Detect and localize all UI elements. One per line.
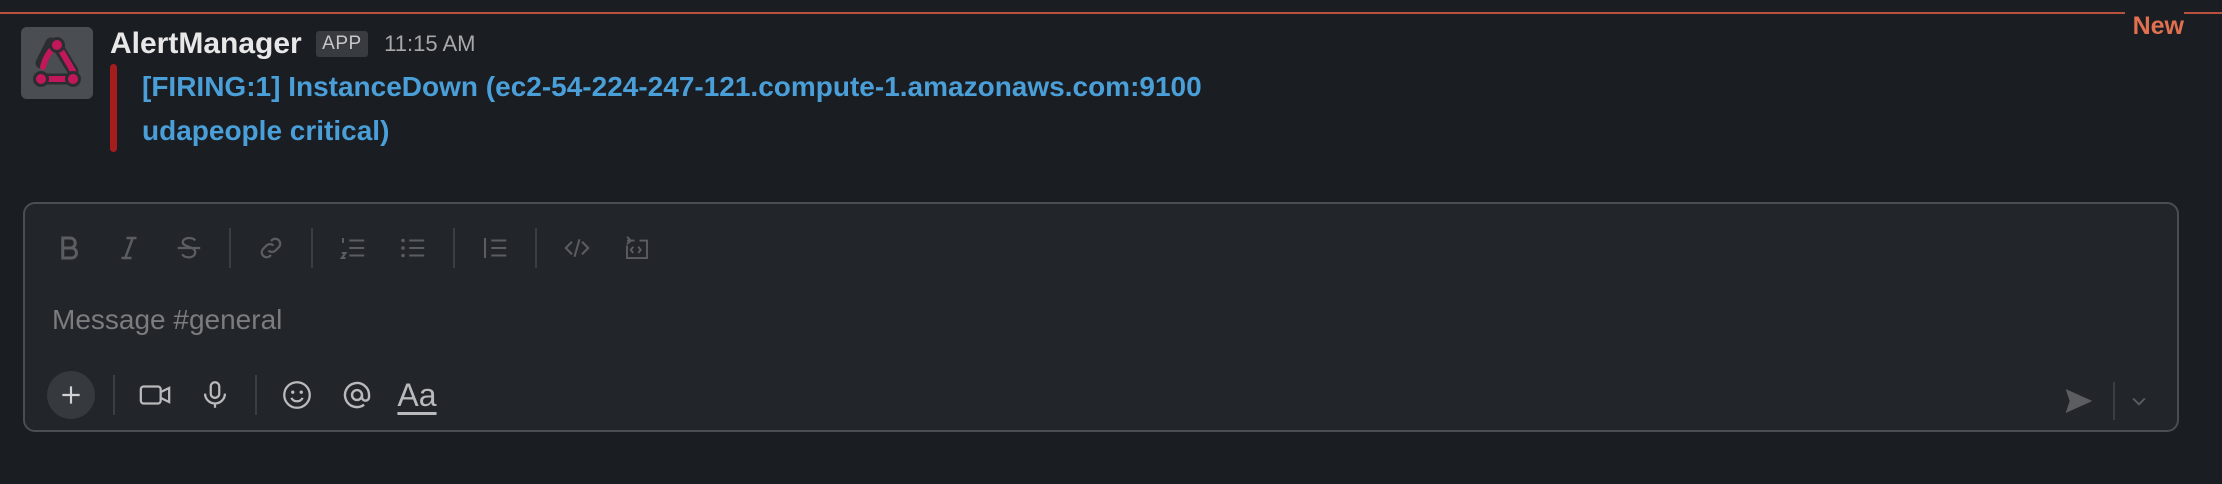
ordered-list-icon[interactable] (323, 222, 383, 274)
formatting-toolbar (39, 222, 667, 274)
composer-actions: Aa (39, 364, 447, 426)
bold-icon[interactable] (39, 222, 99, 274)
new-messages-divider: New (0, 12, 2222, 41)
send-icon (2065, 389, 2093, 413)
alert-accent-bar (110, 64, 117, 152)
video-clip-button[interactable] (125, 369, 185, 421)
toolbar-separator (255, 375, 257, 415)
italic-icon[interactable] (99, 222, 159, 274)
app-badge: APP (316, 31, 368, 57)
mention-button[interactable] (327, 369, 387, 421)
plus-icon (62, 386, 80, 404)
toolbar-separator (311, 228, 313, 268)
sender-name[interactable]: AlertManager (110, 27, 302, 60)
bulleted-list-icon[interactable] (383, 222, 443, 274)
alert-title-link[interactable]: [FIRING:1] InstanceDown (ec2-54-224-247-… (142, 65, 1242, 153)
chevron-down-icon (2132, 397, 2146, 406)
toolbar-separator (113, 375, 115, 415)
message-timestamp[interactable]: 11:15 AM (384, 31, 475, 56)
blockquote-icon[interactable] (465, 222, 525, 274)
message-composer: Aa (23, 202, 2179, 432)
new-label: New (2124, 12, 2184, 41)
send-separator (2113, 382, 2115, 420)
text-format-icon: Aa (397, 376, 437, 413)
message-header: AlertManager APP 11:15 AM (110, 27, 475, 61)
link-icon[interactable] (241, 222, 301, 274)
message-input[interactable] (50, 294, 2054, 346)
webhook-logo-icon (21, 27, 93, 99)
toolbar-separator (535, 228, 537, 268)
alert-title-line: [FIRING:1] InstanceDown (ec2-54-224-247-… (142, 71, 1202, 102)
toolbar-separator (229, 228, 231, 268)
attach-button[interactable] (47, 371, 95, 419)
code-icon[interactable] (547, 222, 607, 274)
video-icon (139, 385, 171, 405)
audio-clip-button[interactable] (185, 369, 245, 421)
toolbar-separator (453, 228, 455, 268)
mention-icon (343, 381, 371, 409)
emoji-icon (283, 381, 311, 409)
schedule-send-button[interactable] (2121, 376, 2157, 426)
emoji-button[interactable] (267, 369, 327, 421)
microphone-icon (203, 381, 227, 408)
strikethrough-icon[interactable] (159, 222, 219, 274)
code-block-icon[interactable] (607, 222, 667, 274)
text-format-button[interactable]: Aa (387, 369, 447, 421)
send-button[interactable] (2051, 376, 2107, 426)
alert-title-line: udapeople critical) (142, 115, 390, 146)
send-controls (2051, 376, 2157, 426)
avatar[interactable] (21, 27, 93, 99)
